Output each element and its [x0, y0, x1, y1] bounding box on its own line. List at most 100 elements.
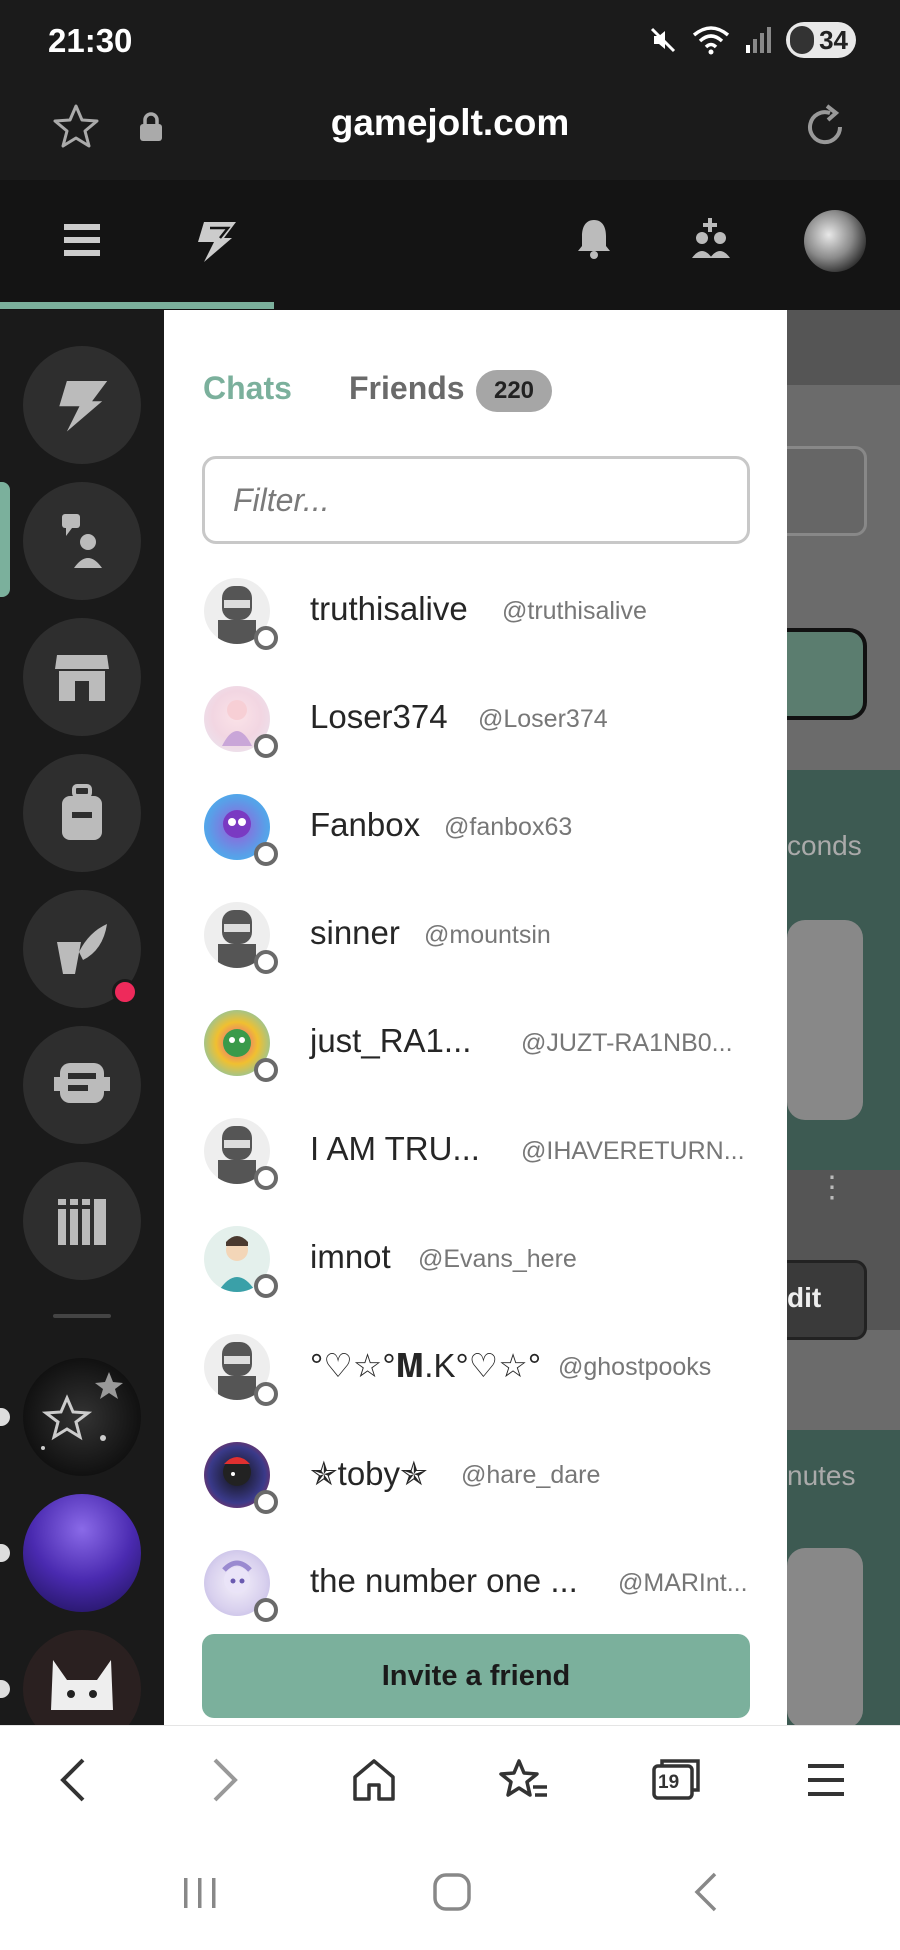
friend-handle: @MARInt... — [618, 1569, 748, 1597]
friend-item-mk[interactable]: °♡☆°𝐌.K°♡☆° @ghostpooks — [164, 1320, 787, 1428]
tabs-count: 19 — [658, 1772, 680, 1793]
friend-name: °♡☆°𝐌.K°♡☆° — [310, 1347, 542, 1384]
notifications-bell-icon[interactable] — [576, 216, 612, 260]
friend-item-toby[interactable]: ✯toby✯ @hare_dare — [164, 1428, 787, 1536]
friend-item-truthisalive[interactable]: truthisalive @truthisalive — [164, 564, 787, 672]
friend-item-sinner[interactable]: sinner @mountsin — [164, 888, 787, 996]
friend-name: Fanbox — [310, 806, 421, 843]
browser-nav-bar: 19 — [0, 1725, 900, 1835]
background-text-edit: dit — [787, 1282, 822, 1313]
avatar — [204, 1550, 278, 1622]
sidebar-home-button[interactable] — [23, 346, 141, 464]
friend-name: ✯toby✯ — [310, 1455, 428, 1492]
background-page: conds ⋮ dit nutes — [787, 310, 900, 1725]
avatar — [204, 1010, 278, 1082]
sidebar-community-cat[interactable] — [23, 1630, 141, 1725]
offline-status-indicator — [254, 1274, 278, 1298]
home-icon — [353, 1759, 395, 1801]
friend-name: the number one ... — [310, 1562, 578, 1599]
tabs-button[interactable]: 19 — [646, 1750, 706, 1810]
menu-icon[interactable] — [64, 222, 100, 258]
background-text-minutes: nutes — [787, 1460, 856, 1491]
backpack-icon — [62, 784, 102, 840]
avatar — [204, 1118, 278, 1190]
hamburger-menu-icon — [808, 1764, 844, 1796]
friends-list: truthisalive @truthisalive Loser374 @Los… — [164, 564, 787, 1644]
friend-handle: @Loser374 — [478, 705, 608, 733]
tab-chats[interactable]: Chats — [203, 370, 292, 407]
quill-icon — [57, 924, 107, 974]
friend-name: I AM TRU... — [310, 1130, 480, 1167]
cat-icon — [51, 1660, 113, 1710]
friend-handle: @IHAVERETURN... — [521, 1137, 745, 1165]
sidebar-community-purple[interactable] — [23, 1494, 141, 1612]
stars-icon — [41, 1372, 123, 1450]
avatar — [204, 686, 278, 758]
loading-progress-bar — [0, 302, 274, 309]
system-home-button[interactable] — [422, 1865, 482, 1919]
friend-handle: @truthisalive — [502, 597, 647, 625]
gamejolt-logo-icon[interactable] — [194, 218, 238, 264]
back-arrow-icon — [60, 1758, 85, 1802]
friend-name: imnot — [310, 1238, 391, 1275]
friend-item-i-am-tru[interactable]: I AM TRU... @IHAVERETURN... — [164, 1104, 787, 1212]
sidebar-realms-button[interactable] — [23, 482, 141, 600]
friend-name: just_RA1... — [310, 1022, 472, 1059]
url-text[interactable]: gamejolt.com — [0, 102, 900, 144]
battery-level: 34 — [819, 24, 848, 55]
friend-handle: @hare_dare — [461, 1461, 601, 1489]
sidebar-pip — [0, 1544, 10, 1562]
sidebar-bot-button[interactable] — [23, 1026, 141, 1144]
friend-handle: @Evans_here — [418, 1245, 577, 1273]
friend-name: Loser374 — [310, 698, 448, 735]
notification-dot — [112, 979, 138, 1005]
sidebar-divider — [53, 1314, 111, 1318]
friend-item-number-one[interactable]: the number one ... @MARInt... — [164, 1536, 787, 1644]
friend-name: truthisalive — [310, 590, 468, 627]
bookmarks-star-icon — [499, 1759, 547, 1797]
filter-input[interactable] — [202, 456, 750, 544]
back-button[interactable] — [42, 1750, 102, 1810]
system-back-button[interactable] — [676, 1865, 736, 1919]
invite-friend-button[interactable]: Invite a friend — [202, 1634, 750, 1718]
community-icon — [62, 514, 102, 568]
offline-status-indicator — [254, 1382, 278, 1406]
friend-handle: @mountsin — [424, 921, 551, 949]
forward-button[interactable] — [196, 1750, 256, 1810]
friend-item-just-ra1[interactable]: just_RA1... @JUZT-RA1NB0... — [164, 996, 787, 1104]
friend-item-imnot[interactable]: imnot @Evans_here — [164, 1212, 787, 1320]
offline-status-indicator — [254, 734, 278, 758]
user-avatar[interactable] — [804, 210, 866, 272]
browser-menu-button[interactable] — [796, 1750, 856, 1810]
gamejolt-icon — [59, 381, 108, 432]
recent-apps-icon — [184, 1878, 216, 1908]
sidebar-library-button[interactable] — [23, 1162, 141, 1280]
offline-status-indicator — [254, 1598, 278, 1622]
chat-drawer: Chats Friends 220 truthisalive @truthisa… — [164, 310, 787, 1725]
app-root: 21:30 34 gamejolt.com conds ⋮ dit nutes … — [0, 0, 900, 1950]
friend-item-loser374[interactable]: Loser374 @Loser374 — [164, 672, 787, 780]
address-bar: gamejolt.com — [0, 84, 900, 180]
recent-apps-button[interactable] — [170, 1865, 230, 1919]
home-button[interactable] — [344, 1750, 404, 1810]
sidebar-store-button[interactable] — [23, 618, 141, 736]
friends-count-badge: 220 — [476, 370, 552, 412]
system-back-icon — [694, 1872, 717, 1912]
store-icon — [55, 655, 109, 701]
robot-icon — [54, 1063, 110, 1103]
app-header — [0, 180, 900, 310]
sidebar-inventory-button[interactable] — [23, 754, 141, 872]
offline-status-indicator — [254, 1490, 278, 1514]
battery-indicator: 34 — [786, 22, 856, 58]
wifi-icon — [692, 26, 730, 55]
sidebar-pip — [0, 1408, 10, 1426]
reload-icon[interactable] — [800, 102, 850, 152]
sidebar-community-stars[interactable] — [23, 1358, 141, 1476]
friend-name: sinner — [310, 914, 400, 951]
friend-requests-icon[interactable] — [688, 216, 732, 262]
bookmarks-button[interactable] — [494, 1750, 554, 1810]
friend-item-fanbox[interactable]: Fanbox @fanbox63 — [164, 780, 787, 888]
offline-status-indicator — [254, 626, 278, 650]
tab-friends[interactable]: Friends — [349, 370, 465, 407]
status-bar: 21:30 34 — [0, 0, 900, 84]
